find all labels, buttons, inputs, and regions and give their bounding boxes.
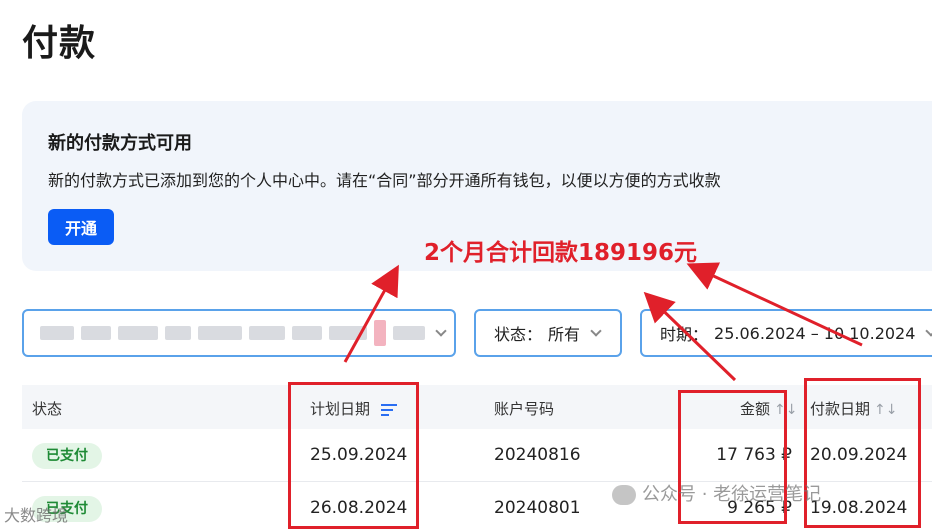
annotation-arrows xyxy=(343,262,863,382)
watermark-right: 公众号 · 老徐运营笔记 xyxy=(612,480,821,506)
arrow-to-payment-date xyxy=(686,262,863,347)
arrow-to-amount xyxy=(643,291,737,382)
watermark-left: 大数跨境 xyxy=(4,502,68,526)
wechat-icon xyxy=(612,485,636,505)
watermark-left-text: 大数跨境 xyxy=(4,506,69,525)
arrow-to-header xyxy=(343,264,399,363)
watermark-right-text: 公众号 · 老徐运营笔记 xyxy=(642,484,822,505)
